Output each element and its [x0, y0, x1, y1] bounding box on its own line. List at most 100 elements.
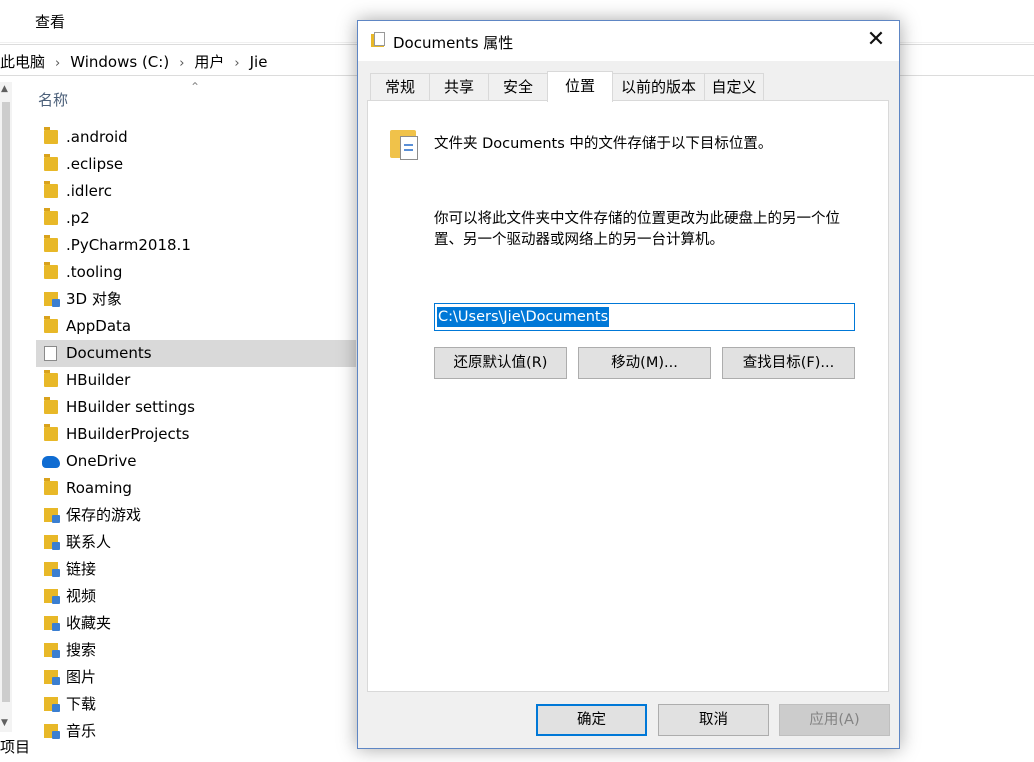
pictures-icon: [44, 670, 60, 685]
list-item[interactable]: HBuilder settings: [36, 394, 356, 421]
dialog-titlebar[interactable]: Documents 属性 ✕: [358, 21, 899, 61]
find-target-button[interactable]: 查找目标(F)...: [722, 347, 855, 379]
list-item[interactable]: .PyCharm2018.1: [36, 232, 356, 259]
favorites-icon: [44, 616, 60, 631]
list-item[interactable]: .tooling: [36, 259, 356, 286]
list-item-label: .p2: [66, 209, 90, 227]
properties-dialog: Documents 属性 ✕ 常规 共享 安全 位置 以前的版本 自定义 文件夹…: [357, 20, 900, 749]
list-item-label: OneDrive: [66, 452, 137, 470]
apply-button[interactable]: 应用(A): [779, 704, 890, 736]
list-item[interactable]: 视频: [36, 583, 356, 610]
music-icon: [44, 724, 60, 739]
list-item[interactable]: OneDrive: [36, 448, 356, 475]
list-item[interactable]: 联系人: [36, 529, 356, 556]
list-item-label: 下载: [66, 695, 97, 713]
tab-previous-versions[interactable]: 以前的版本: [612, 73, 705, 101]
list-item-label: Roaming: [66, 479, 132, 497]
list-item[interactable]: Documents: [36, 340, 356, 367]
folder-icon: [44, 154, 58, 171]
list-item[interactable]: 搜索: [36, 637, 356, 664]
breadcrumb-drive-c[interactable]: Windows (C:): [70, 53, 169, 71]
searches-icon: [44, 643, 60, 658]
list-item[interactable]: .android: [36, 124, 356, 151]
downloads-icon: [44, 697, 60, 712]
cancel-button[interactable]: 取消: [658, 704, 769, 736]
chevron-right-icon: ›: [179, 56, 185, 71]
list-item-label: HBuilderProjects: [66, 425, 190, 443]
list-item-label: .android: [66, 128, 128, 146]
links-icon: [44, 562, 60, 577]
list-item-label: 联系人: [66, 533, 112, 551]
list-item-label: 视频: [66, 587, 97, 605]
documents-folder-icon: [390, 126, 420, 160]
list-item[interactable]: 链接: [36, 556, 356, 583]
breadcrumb: 此电脑 › Windows (C:) › 用户 › Jie: [0, 51, 267, 72]
saved-games-icon: [44, 508, 60, 523]
list-item-label: .eclipse: [66, 155, 124, 173]
list-item[interactable]: Roaming: [36, 475, 356, 502]
list-item-label: 收藏夹: [66, 614, 112, 632]
list-item-label: 搜索: [66, 641, 97, 659]
list-item[interactable]: 图片: [36, 664, 356, 691]
list-item[interactable]: .idlerc: [36, 178, 356, 205]
folder-icon: [44, 181, 58, 198]
list-item-label: .PyCharm2018.1: [66, 236, 191, 254]
list-item[interactable]: AppData: [36, 313, 356, 340]
videos-icon: [44, 589, 60, 604]
list-item-label: .tooling: [66, 263, 123, 281]
dialog-title: Documents 属性: [393, 34, 514, 52]
file-list: .android .eclipse .idlerc .p2 .PyCharm2018.1…: [36, 124, 356, 745]
tab-general[interactable]: 常规: [370, 73, 430, 101]
close-icon[interactable]: ✕: [853, 21, 899, 61]
list-item-label: 链接: [66, 560, 97, 578]
list-item[interactable]: 下载: [36, 691, 356, 718]
tab-customize[interactable]: 自定义: [704, 73, 764, 101]
list-item[interactable]: 3D 对象: [36, 286, 356, 313]
breadcrumb-users[interactable]: 用户: [194, 51, 224, 72]
folder-icon: [44, 208, 58, 225]
restore-default-button[interactable]: 还原默认值(R): [434, 347, 567, 379]
target-path-value[interactable]: C:\Users\Jie\Documents: [437, 307, 610, 327]
list-item[interactable]: HBuilderProjects: [36, 421, 356, 448]
list-item[interactable]: HBuilder: [36, 367, 356, 394]
list-item[interactable]: .p2: [36, 205, 356, 232]
folder-icon: [44, 424, 58, 441]
status-bar-text: 项目: [0, 738, 31, 756]
documents-folder-icon: [371, 32, 385, 48]
chevron-right-icon: ›: [234, 56, 240, 71]
tab-sharing[interactable]: 共享: [429, 73, 489, 101]
3d-objects-icon: [44, 292, 60, 307]
move-button[interactable]: 移动(M)...: [578, 347, 711, 379]
ok-button[interactable]: 确定: [536, 704, 647, 736]
ribbon-tab-view[interactable]: 查看: [35, 11, 65, 32]
folder-icon: [44, 127, 58, 144]
sort-ascending-icon: ⌃: [190, 80, 201, 94]
location-description: 文件夹 Documents 中的文件存储于以下目标位置。: [434, 136, 773, 152]
scrollbar-thumb[interactable]: [2, 102, 10, 702]
list-item-label: .idlerc: [66, 182, 112, 200]
target-path-input[interactable]: C:\Users\Jie\Documents: [434, 303, 855, 331]
column-header-name[interactable]: 名称: [38, 89, 68, 110]
scroll-down-icon[interactable]: ▼: [1, 718, 8, 728]
move-description: 你可以将此文件夹中文件存储的位置更改为此硬盘上的另一个位置、另一个驱动器或网络上…: [434, 211, 840, 248]
folder-icon: [44, 316, 58, 333]
scroll-up-icon[interactable]: ▲: [1, 84, 8, 94]
list-item-label: AppData: [66, 317, 132, 335]
folder-icon: [44, 397, 58, 414]
list-item-label: HBuilder settings: [66, 398, 195, 416]
contacts-icon: [44, 535, 60, 550]
breadcrumb-this-pc[interactable]: 此电脑: [0, 51, 45, 72]
folder-icon: [44, 478, 58, 495]
tab-security[interactable]: 安全: [488, 73, 548, 101]
list-item[interactable]: 音乐: [36, 718, 356, 745]
list-item[interactable]: 收藏夹: [36, 610, 356, 637]
folder-icon: [44, 370, 58, 387]
location-tab-panel: 文件夹 Documents 中的文件存储于以下目标位置。 你可以将此文件夹中文件…: [367, 100, 889, 692]
breadcrumb-jie[interactable]: Jie: [250, 53, 268, 71]
nav-pane-scrollbar[interactable]: ▲ ▼: [0, 82, 12, 732]
documents-icon: [44, 346, 57, 361]
tab-location[interactable]: 位置: [547, 71, 613, 102]
list-item[interactable]: 保存的游戏: [36, 502, 356, 529]
list-item-label: HBuilder: [66, 371, 131, 389]
list-item[interactable]: .eclipse: [36, 151, 356, 178]
